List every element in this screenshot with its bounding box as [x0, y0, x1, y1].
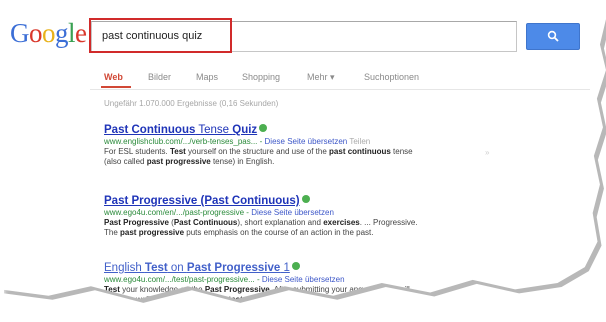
- result-title-part: on: [167, 262, 187, 274]
- tab-web[interactable]: Web: [104, 72, 123, 82]
- result-snippet: For ESL students. Test yourself on the s…: [104, 147, 413, 166]
- logo-letter: g: [55, 18, 69, 48]
- tab-more[interactable]: Mehr ▾: [307, 72, 335, 83]
- search-icon: [547, 30, 559, 42]
- result-stats: Ungefähr 1.070.000 Ergebnisse (0,16 Seku…: [104, 99, 279, 108]
- result-url: www.englishclub.com/.../verb-tenses_pas.…: [104, 137, 371, 146]
- result-url-text: www.englishclub.com/.../verb-tenses_pas.…: [104, 137, 258, 146]
- logo-letter: o: [42, 18, 56, 48]
- result-title-part: Past Progressive (Past Continuous): [104, 195, 300, 207]
- result-title-link[interactable]: English Test on Past Progressive 1: [104, 262, 489, 274]
- search-result: Past Progressive (Past Continuous) www.e…: [104, 195, 489, 238]
- divider: [90, 89, 590, 90]
- result-title-part: Tense: [195, 124, 233, 136]
- result-title-link[interactable]: Past Continuous Tense Quiz: [104, 124, 489, 136]
- google-plus-icon[interactable]: [291, 262, 300, 270]
- tab-images[interactable]: Bilder: [148, 72, 171, 82]
- search-button[interactable]: [526, 23, 580, 50]
- logo-letter: e: [75, 18, 87, 48]
- result-url: www.ego4u.com/.../test/past-progressive.…: [104, 275, 345, 284]
- result-url-text: www.ego4u.com/en/.../past-progressive: [104, 208, 245, 217]
- torn-paper-sheet: Google past continuous quiz Web Bilder M…: [0, 0, 606, 299]
- result-title-part: Quiz: [232, 124, 258, 136]
- result-title-link[interactable]: Past Progressive (Past Continuous): [104, 195, 489, 207]
- search-result: English Test on Past Progressive 1 www.e…: [104, 262, 489, 299]
- logo-letter: l: [68, 18, 76, 48]
- active-tab-underline: [101, 86, 131, 88]
- logo-letter: o: [29, 18, 43, 48]
- result-title-part: Test: [144, 262, 168, 274]
- google-plus-icon[interactable]: [259, 124, 268, 132]
- tab-maps[interactable]: Maps: [196, 72, 218, 82]
- share-link[interactable]: Teilen: [349, 137, 370, 146]
- translate-link[interactable]: Diese Seite übersetzen: [251, 208, 334, 217]
- translate-link[interactable]: Diese Seite übersetzen: [262, 275, 345, 284]
- result-url: www.ego4u.com/en/.../past-progressive - …: [104, 208, 334, 217]
- tab-shopping[interactable]: Shopping: [242, 72, 280, 82]
- search-result: Past Continuous Tense Quiz www.englishcl…: [104, 124, 489, 167]
- google-logo[interactable]: Google: [10, 18, 87, 49]
- preview-arrow-icon[interactable]: »: [485, 148, 489, 157]
- result-url-text: www.ego4u.com/.../test/past-progressive.…: [104, 275, 255, 284]
- highlight-box: [89, 18, 232, 53]
- result-title-part: Past Continuous: [104, 124, 196, 136]
- translate-link[interactable]: Diese Seite übersetzen: [265, 137, 348, 146]
- result-title-part: Past Progressive: [186, 262, 281, 274]
- google-plus-icon[interactable]: [301, 195, 310, 203]
- logo-letter: G: [10, 18, 30, 48]
- result-title-part: English: [104, 262, 145, 274]
- tab-search-tools[interactable]: Suchoptionen: [364, 72, 419, 82]
- result-title-part: 1: [280, 262, 290, 274]
- result-snippet: Past Progressive (Past Continuous), shor…: [104, 218, 418, 237]
